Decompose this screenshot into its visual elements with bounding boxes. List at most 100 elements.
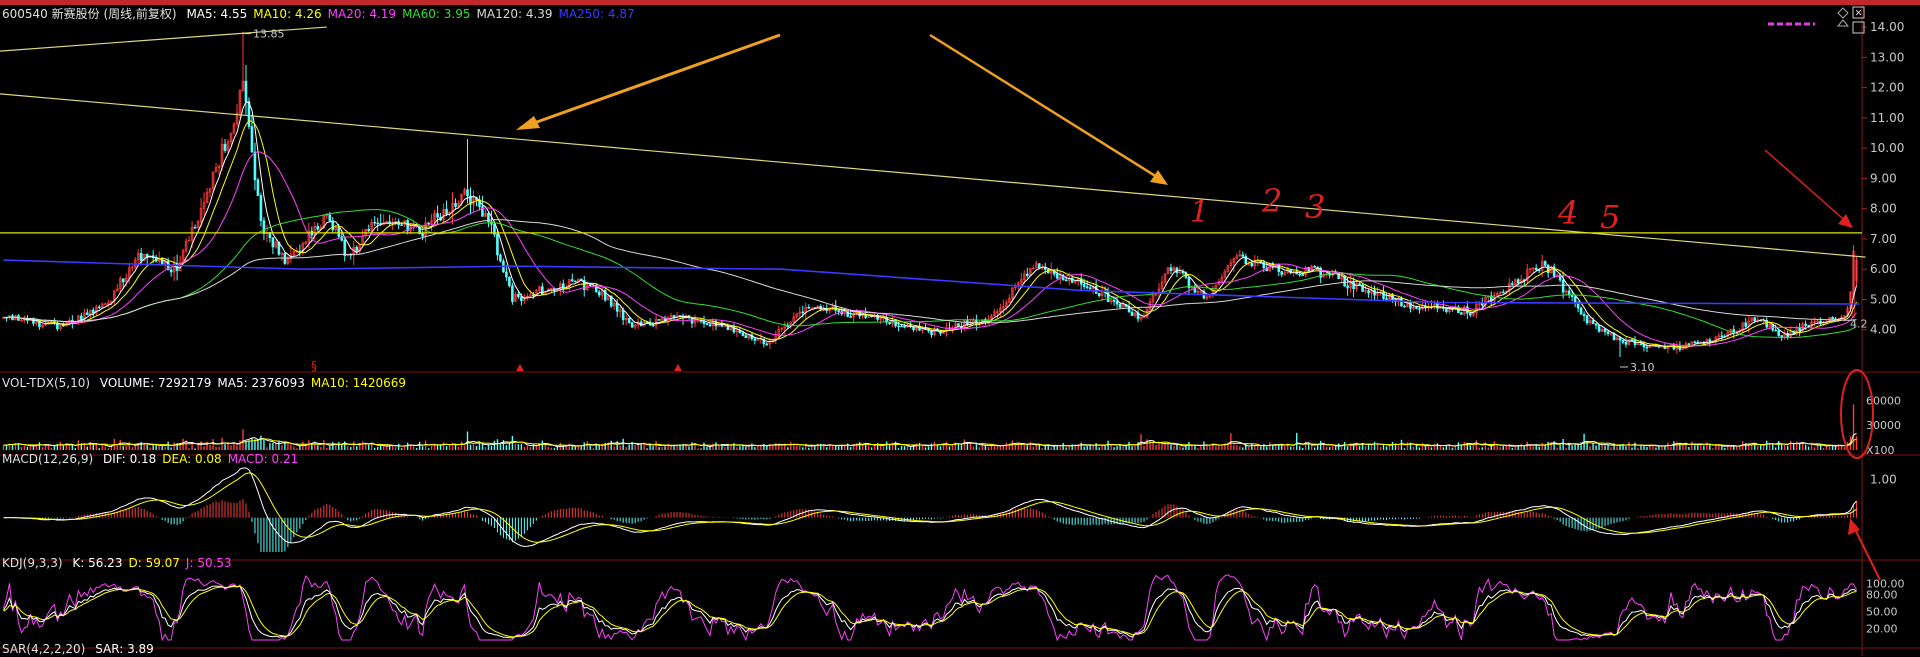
- k-line: [3, 585, 1857, 639]
- ma-legend-item: MA250: 4.87: [558, 7, 635, 21]
- ma250-line: [3, 259, 1860, 305]
- candle-body: [92, 309, 95, 314]
- ma-legend: MA5: 4.55 MA10: 4.26 MA20: 4.19 MA60: 3.95 M…: [186, 7, 640, 21]
- handwritten-4: 4: [1557, 194, 1578, 232]
- candle-body: [1501, 291, 1505, 294]
- handwritten-2: 2: [1261, 182, 1282, 220]
- candle-body: [1621, 339, 1625, 343]
- candle-body: [1097, 293, 1101, 297]
- macd-legend-item: DIF: 0.18: [102, 452, 157, 466]
- candle-body: [223, 143, 227, 151]
- kdj-legend-item: D: 59.07: [128, 556, 180, 570]
- candle-body: [1130, 311, 1134, 316]
- price-tick-label: 12.00: [1870, 81, 1904, 95]
- candle-body: [139, 252, 143, 261]
- handwritten-3: 3: [1305, 188, 1325, 226]
- candle-body: [1298, 273, 1302, 276]
- candle-body: [753, 338, 757, 341]
- candle-body: [1597, 324, 1601, 332]
- price-tick-label: 6.00: [1870, 262, 1897, 276]
- sar-indicator-name: SAR(4,2,2,20): [2, 642, 86, 656]
- candle-body: [517, 293, 520, 298]
- macd-indicator-name: MACD(12,26,9): [2, 452, 94, 466]
- price-tick-label: 8.00: [1870, 202, 1897, 216]
- candle-body: [1516, 279, 1520, 284]
- candle-body: [900, 325, 903, 328]
- candle-body: [1352, 281, 1355, 290]
- candle-body: [160, 260, 164, 265]
- candle-body: [121, 278, 125, 283]
- candle-body: [97, 306, 101, 309]
- candle-body: [1025, 273, 1029, 276]
- kdj-header: KDJ(9,3,3) K: 56.23 D: 59.07 J: 50.53: [2, 556, 244, 571]
- candle-body: [169, 269, 173, 273]
- price-tick-label: 5.00: [1870, 292, 1897, 306]
- candle-body: [193, 227, 197, 229]
- candle-body: [400, 224, 403, 227]
- macd-legend-item: DEA: 0.08: [162, 452, 222, 466]
- candle-body: [708, 324, 712, 327]
- candle-body: [1594, 323, 1598, 326]
- stock-chart[interactable]: 13.853.104.2 14.0013.0012.0011.0010.009.…: [0, 0, 1920, 656]
- signal-marker-up-1: [516, 364, 524, 371]
- candle-body: [355, 246, 359, 252]
- kdj-legend-item: J: 50.53: [185, 556, 232, 570]
- macd-legend-item: MACD: 0.21: [227, 452, 299, 466]
- candle-body: [271, 237, 275, 248]
- candle-body: [505, 271, 508, 278]
- kdj-panel: [3, 574, 1857, 642]
- candle-body: [1055, 273, 1059, 279]
- candle-body: [837, 310, 840, 312]
- candle-body: [1313, 265, 1316, 268]
- candle-body: [511, 285, 514, 302]
- macd-header: MACD(12,26,9) DIF: 0.18 DEA: 0.08 MACD: 0.…: [2, 452, 310, 467]
- candle-body: [259, 195, 263, 221]
- candle-body: [1382, 291, 1385, 299]
- volume-legend-item: VOLUME: 7292179: [99, 376, 212, 390]
- candle-body: [376, 222, 379, 225]
- price-candles[interactable]: [2, 31, 1858, 357]
- ma-legend-item: MA60: 3.95: [402, 7, 471, 21]
- price-tick-label: 10.00: [1870, 141, 1904, 155]
- candle-body: [1708, 339, 1712, 342]
- price-tick-label: 13.00: [1870, 50, 1904, 64]
- price-header: 600540 新赛股份 (周线,前复权) MA5: 4.55 MA10: 4.26…: [2, 7, 647, 22]
- triangle-up-icon[interactable]: [1836, 19, 1850, 27]
- candle-body: [80, 315, 83, 321]
- candle-body: [1630, 339, 1634, 341]
- candle-body: [1687, 343, 1691, 346]
- diamond-icon[interactable]: [1837, 7, 1849, 19]
- arrow-line-3: [1764, 149, 1851, 226]
- candle-body: [1415, 307, 1418, 309]
- candle-body: [244, 80, 248, 102]
- candle-body: [651, 324, 655, 327]
- candle-body: [570, 279, 574, 282]
- candle-body: [1603, 328, 1607, 333]
- candle-body: [496, 233, 499, 256]
- candle-body: [1618, 337, 1622, 341]
- volume-ma5: [3, 432, 1857, 448]
- candle-body: [1241, 254, 1245, 257]
- candle-body: [421, 233, 424, 237]
- candle-body: [1573, 296, 1577, 303]
- candle-body: [1469, 312, 1472, 316]
- candle-body: [597, 291, 601, 296]
- candle-body: [1591, 320, 1595, 324]
- candle-body: [765, 343, 769, 346]
- sar-legend-item: SAR: 3.89: [95, 642, 154, 656]
- candle-body: [657, 319, 661, 321]
- candle-body: [454, 202, 457, 207]
- candle-body: [1280, 271, 1284, 275]
- signal-marker: §: [311, 359, 317, 373]
- candle-body: [849, 316, 852, 318]
- candle-body: [1639, 343, 1643, 346]
- candle-body: [627, 317, 631, 323]
- candle-body: [1546, 264, 1550, 274]
- d-line: [3, 585, 1857, 638]
- candle-body: [1804, 323, 1807, 326]
- candle-body: [1460, 312, 1463, 315]
- candle-body: [1510, 283, 1514, 285]
- kdj-tick-label: 50.00: [1866, 606, 1898, 619]
- handwritten-1: 1: [1190, 195, 1209, 230]
- candle-body: [445, 208, 448, 215]
